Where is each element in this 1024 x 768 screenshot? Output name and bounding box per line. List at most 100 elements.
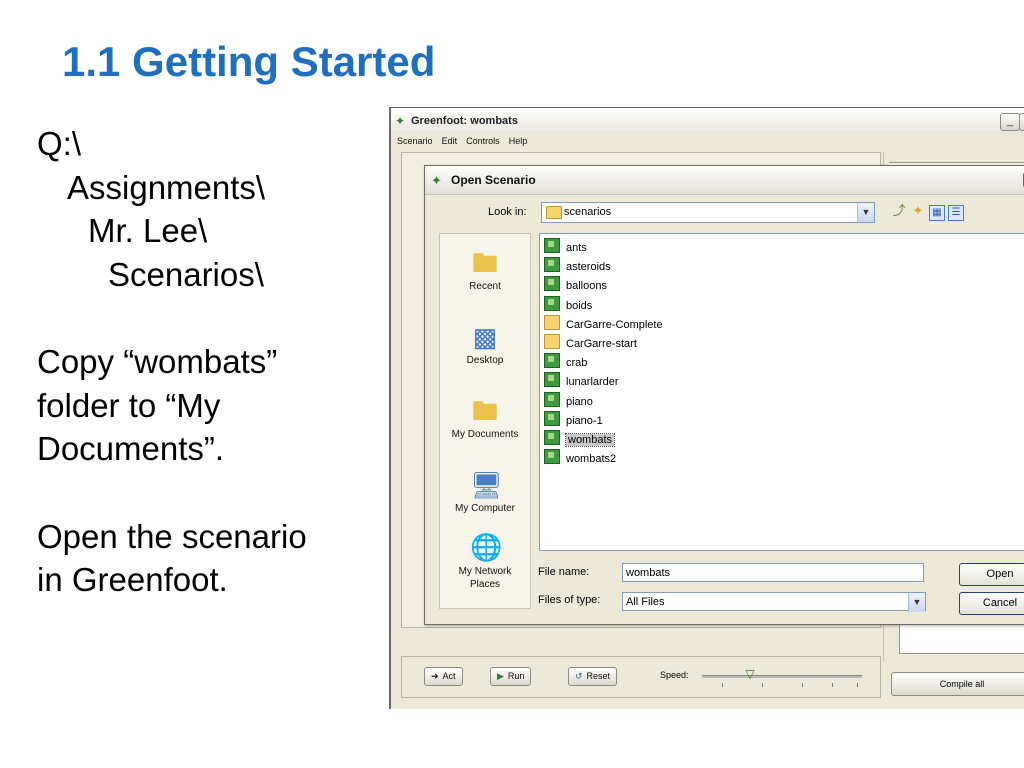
file-name-label: File name: [538, 566, 590, 578]
slider-tick [762, 683, 763, 687]
slide-title: 1.1 Getting Started [62, 38, 436, 85]
slider-track [702, 675, 862, 678]
file-name: asteroids [566, 261, 611, 274]
compile-all-button[interactable]: Compile all [891, 672, 1024, 696]
place-label: Desktop [466, 355, 504, 366]
reset-label: Reset [586, 671, 611, 681]
file-list-item[interactable]: crab [544, 353, 587, 370]
file-list-item[interactable]: wombats [544, 430, 616, 447]
file-list-item[interactable]: wombats2 [544, 449, 616, 466]
folder-icon [544, 334, 560, 349]
file-list-item[interactable]: CarGarre-start [544, 334, 637, 351]
menu-scenario[interactable]: Scenario [397, 136, 433, 146]
file-list-item[interactable]: piano [544, 391, 593, 409]
file-name-input[interactable]: wombats [622, 563, 924, 582]
computer-icon: 🖥 [470, 470, 504, 500]
file-list-item[interactable]: CarGarre-Complete [544, 314, 663, 332]
places-bar: 🖿 Recent ▩ Desktop 🖿 My Documents 🖥 My C… [439, 233, 531, 609]
slider-tick [857, 683, 858, 687]
file-name: lunarlarder [566, 376, 619, 389]
run-button[interactable]: ▶ Run [490, 667, 532, 686]
place-desktop[interactable]: ▩ Desktop [440, 322, 530, 366]
scenario-icon [544, 430, 560, 445]
slider-tick [802, 683, 803, 687]
class-panel-box [899, 620, 1024, 654]
open-instruction-line-1: Open the scenario [37, 517, 307, 555]
act-button[interactable]: ➜ Act [424, 667, 463, 686]
scenario-icon [544, 257, 560, 273]
file-list-item[interactable]: ants [544, 238, 587, 255]
open-scenario-dialog: ✦ Open Scenario Look in: scenarios ▼ ⤴ ✦ ▦… [424, 165, 1024, 625]
greenfoot-window: ✦ Greenfoot: wombats _ □ Scenario Edit C… [389, 107, 1024, 709]
act-icon: ➜ [431, 671, 439, 681]
file-name: crab [566, 357, 588, 370]
slider-tick [722, 683, 723, 687]
file-list-item[interactable]: boids [544, 295, 592, 313]
place-my-network[interactable]: 🌐 My Network Places [440, 532, 530, 591]
speed-label: Speed: [660, 670, 689, 680]
act-label: Act [442, 671, 456, 681]
maximize-button[interactable]: □ [1019, 113, 1024, 131]
scenario-icon [544, 353, 560, 369]
path-line-assignments: Assignments\ [67, 168, 266, 206]
place-my-computer[interactable]: 🖥 My Computer [440, 470, 530, 514]
open-instruction-line-2: in Greenfoot. [37, 561, 228, 599]
minimize-button[interactable]: _ [1000, 113, 1020, 131]
chevron-down-icon[interactable]: ▼ [857, 203, 874, 222]
details-view-icon[interactable]: ☰ [948, 205, 964, 221]
execution-controls: ➜ Act ▶ Run ↺ Reset Speed: ▽ [401, 656, 881, 698]
window-title: Greenfoot: wombats [411, 115, 518, 127]
scenario-icon [544, 295, 560, 311]
slide-instructions: Q:\ Assignments\ Mr. Lee\ Scenarios\ Cop… [37, 122, 387, 602]
greenfoot-icon: ✦ [431, 173, 442, 188]
file-name: wombats2 [566, 453, 617, 466]
chevron-down-icon[interactable]: ▼ [908, 593, 925, 612]
menu-help[interactable]: Help [509, 136, 528, 146]
file-name: CarGarre-Complete [566, 318, 663, 331]
file-list-item[interactable]: asteroids [544, 257, 611, 274]
folder-icon [546, 206, 562, 219]
window-titlebar[interactable]: ✦ Greenfoot: wombats _ □ [391, 108, 1024, 135]
scenario-icon [544, 238, 560, 253]
menu-edit[interactable]: Edit [442, 136, 458, 146]
copy-instruction-line-3: Documents”. [37, 430, 225, 468]
file-list[interactable]: ants asteroids balloons boids CarGarre-Compl… [539, 233, 1024, 551]
reset-button[interactable]: ↺ Reset [568, 667, 618, 686]
reset-icon: ↺ [575, 671, 583, 681]
dialog-toolbar: ⤴ ✦ ▦ ☰ [891, 203, 967, 221]
path-line-teacher: Mr. Lee\ [88, 212, 208, 250]
desktop-icon: ▩ [472, 322, 498, 352]
menu-controls[interactable]: Controls [466, 136, 500, 146]
place-label: My Network Places [458, 566, 512, 590]
file-name: CarGarre-start [566, 338, 637, 350]
folder-icon [544, 314, 560, 330]
dialog-titlebar[interactable]: ✦ Open Scenario [425, 166, 1024, 195]
path-line-scenarios: Scenarios\ [108, 255, 264, 293]
files-of-type-dropdown[interactable]: All Files ▼ [622, 592, 926, 612]
list-view-icon[interactable]: ▦ [929, 205, 945, 221]
files-of-type-label: Files of type: [538, 594, 601, 606]
greenfoot-icon: ✦ [395, 114, 406, 128]
open-button[interactable]: Open [959, 563, 1024, 586]
file-list-item[interactable]: piano-1 [544, 410, 603, 428]
network-icon: 🌐 [470, 532, 503, 562]
look-in-value: scenarios [564, 206, 612, 218]
scenario-icon [544, 410, 560, 426]
file-name: ants [566, 242, 587, 254]
place-label: My Documents [451, 429, 519, 440]
slider-thumb[interactable]: ▽ [745, 667, 755, 681]
look-in-dropdown[interactable]: scenarios ▼ [541, 202, 875, 223]
scenario-icon [544, 276, 560, 292]
run-label: Run [507, 671, 525, 681]
speed-slider[interactable]: ▽ [702, 667, 862, 689]
file-list-item[interactable]: lunarlarder [544, 372, 619, 389]
file-list-item[interactable]: balloons [544, 276, 607, 293]
place-recent[interactable]: 🖿 Recent [440, 248, 530, 292]
place-label: Recent [469, 281, 501, 292]
cancel-button[interactable]: Cancel [959, 592, 1024, 615]
slider-tick [832, 683, 833, 687]
up-folder-icon[interactable]: ⤴ [891, 203, 907, 219]
new-folder-icon[interactable]: ✦ [910, 203, 926, 219]
place-my-documents[interactable]: 🖿 My Documents [440, 396, 530, 440]
